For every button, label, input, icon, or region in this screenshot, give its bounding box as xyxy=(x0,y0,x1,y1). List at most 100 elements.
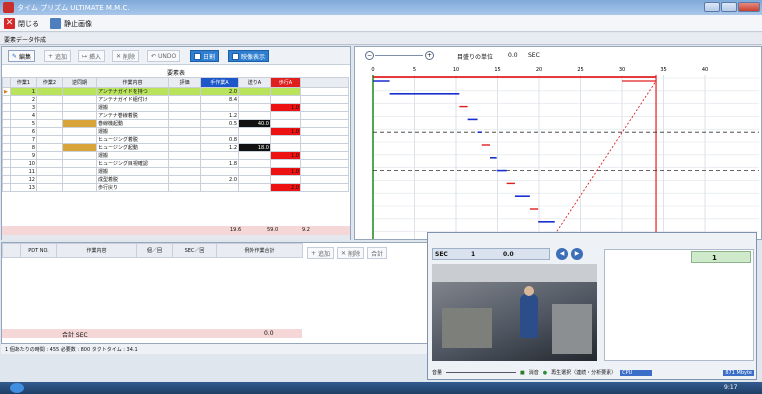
cell-hand-a[interactable]: 2.0 xyxy=(200,87,239,96)
cell-no[interactable]: 3 xyxy=(10,103,37,112)
cell-feed-a[interactable] xyxy=(238,127,271,136)
cell-no[interactable]: 8 xyxy=(10,143,37,152)
cell-walk-a[interactable]: 1.0 xyxy=(270,103,301,112)
cell-content[interactable]: 成型着脱 xyxy=(96,175,169,184)
horizontal-scrollbar[interactable] xyxy=(2,235,350,240)
daily-toggle[interactable]: 日割 xyxy=(190,50,220,62)
table-row[interactable]: 11 運搬 1.0 xyxy=(2,167,349,176)
cell-task2[interactable] xyxy=(36,159,63,168)
cell-rating[interactable] xyxy=(168,103,201,112)
cell-reverse-sync[interactable] xyxy=(62,167,97,176)
cell-rating[interactable] xyxy=(168,111,201,120)
still-image-button[interactable]: 静止画像 xyxy=(50,17,92,30)
row-marker[interactable] xyxy=(2,127,11,136)
cell-feed-a[interactable] xyxy=(238,111,271,120)
insert-button[interactable]: ↦ 挿入 xyxy=(78,50,106,62)
cell-reverse-sync[interactable] xyxy=(62,135,97,144)
cell-extra[interactable] xyxy=(300,95,349,104)
next-frame-icon[interactable]: ▶ xyxy=(571,248,583,260)
cell-no[interactable]: 9 xyxy=(10,151,37,160)
cell-hand-a[interactable] xyxy=(200,167,239,176)
cell-rating[interactable] xyxy=(168,151,201,160)
cell-walk-a[interactable]: 1.0 xyxy=(270,151,301,160)
cell-task2[interactable] xyxy=(36,95,63,104)
table-row[interactable]: 10 ヒュージング目視確認 1.8 xyxy=(2,159,349,168)
row-marker[interactable] xyxy=(2,143,11,152)
cell-content[interactable]: 運搬 xyxy=(96,151,169,160)
cell-feed-a[interactable] xyxy=(238,87,271,96)
table-row[interactable]: 3 運搬 1.0 xyxy=(2,103,349,112)
table-row[interactable]: 12 成型着脱 2.0 xyxy=(2,175,349,184)
cell-rating[interactable] xyxy=(168,87,201,96)
cell-rating[interactable] xyxy=(168,159,201,168)
cell-walk-a[interactable] xyxy=(270,95,301,104)
table-row[interactable]: 8 ヒュージング起動 1.2 18.0 xyxy=(2,143,349,152)
cell-rating[interactable] xyxy=(168,183,201,192)
cell-hand-a[interactable]: 1.2 xyxy=(200,143,239,152)
playback-label[interactable]: 再生選択（連続・分析要素） xyxy=(551,369,616,376)
cell-content[interactable]: ヒュージング目視確認 xyxy=(96,159,169,168)
cell-task2[interactable] xyxy=(36,135,63,144)
cell-extra[interactable] xyxy=(300,111,349,120)
cell-no[interactable]: 5 xyxy=(10,119,37,128)
add-button[interactable]: + 追加 xyxy=(44,50,72,62)
cell-content[interactable]: 運搬 xyxy=(96,103,169,112)
cell-feed-a[interactable] xyxy=(238,183,271,192)
cell-task2[interactable] xyxy=(36,143,63,152)
cell-extra[interactable] xyxy=(300,119,349,128)
cell-hand-a[interactable]: 2.0 xyxy=(200,175,239,184)
cell-task2[interactable] xyxy=(36,151,63,160)
cell-no[interactable]: 4 xyxy=(10,111,37,120)
cell-task2[interactable] xyxy=(36,103,63,112)
table-row[interactable]: 6 運搬 1.0 xyxy=(2,127,349,136)
cell-task2[interactable] xyxy=(36,111,63,120)
cell-walk-a[interactable]: 1.0 xyxy=(270,127,301,136)
cell-hand-a[interactable]: 0.5 xyxy=(200,119,239,128)
cell-no[interactable]: 12 xyxy=(10,175,37,184)
cell-reverse-sync[interactable] xyxy=(62,103,97,112)
cell-walk-a[interactable] xyxy=(270,175,301,184)
cell-walk-a[interactable] xyxy=(270,111,301,120)
row-marker[interactable] xyxy=(2,119,11,128)
row-marker[interactable] xyxy=(2,159,11,168)
cell-content[interactable]: 運搬 xyxy=(96,127,169,136)
table-row[interactable]: ▶ 1 アンテナガイドを持つ 2.0 xyxy=(2,87,349,96)
cell-rating[interactable] xyxy=(168,95,201,104)
cell-extra[interactable] xyxy=(300,143,349,152)
table-row[interactable]: 13 歩行戻り 2.0 xyxy=(2,183,349,192)
cell-content[interactable]: ヒュージング起動 xyxy=(96,143,169,152)
cell-hand-a[interactable] xyxy=(200,103,239,112)
edit-button[interactable]: ✎ 編集 xyxy=(8,50,36,62)
cell-no[interactable]: 7 xyxy=(10,135,37,144)
table-row[interactable]: 9 運搬 1.0 xyxy=(2,151,349,160)
undo-button[interactable]: ↶ UNDO xyxy=(147,50,181,62)
cell-task2[interactable] xyxy=(36,167,63,176)
cell-extra[interactable] xyxy=(300,151,349,160)
cell-no[interactable]: 6 xyxy=(10,127,37,136)
table-row[interactable]: 5 巻線機起動 0.5 40.0 xyxy=(2,119,349,128)
row-marker[interactable]: ▶ xyxy=(2,87,11,96)
cell-rating[interactable] xyxy=(168,167,201,176)
row-marker[interactable] xyxy=(2,111,11,120)
row-marker[interactable] xyxy=(2,167,11,176)
cell-no[interactable]: 13 xyxy=(10,183,37,192)
table-row[interactable]: 7 ヒュージング着脱 0.8 xyxy=(2,135,349,144)
cell-reverse-sync[interactable] xyxy=(62,95,97,104)
cell-walk-a[interactable]: 1.0 xyxy=(270,167,301,176)
cell-rating[interactable] xyxy=(168,135,201,144)
cell-extra[interactable] xyxy=(300,103,349,112)
cell-hand-a[interactable] xyxy=(200,183,239,192)
cell-extra[interactable] xyxy=(300,183,349,192)
cell-hand-a[interactable]: 1.8 xyxy=(200,159,239,168)
cell-walk-a[interactable] xyxy=(270,143,301,152)
cell-no[interactable]: 10 xyxy=(10,159,37,168)
cell-feed-a[interactable]: 40.0 xyxy=(238,119,271,128)
zoom-in-icon[interactable]: + xyxy=(425,51,434,60)
cell-walk-a[interactable] xyxy=(270,119,301,128)
mute-icon[interactable]: ■ xyxy=(520,370,525,376)
cell-content[interactable]: 歩行戻り xyxy=(96,183,169,192)
cell-feed-a[interactable] xyxy=(238,95,271,104)
cell-reverse-sync[interactable] xyxy=(62,111,97,120)
cell-rating[interactable] xyxy=(168,175,201,184)
cell-no[interactable]: 11 xyxy=(10,167,37,176)
